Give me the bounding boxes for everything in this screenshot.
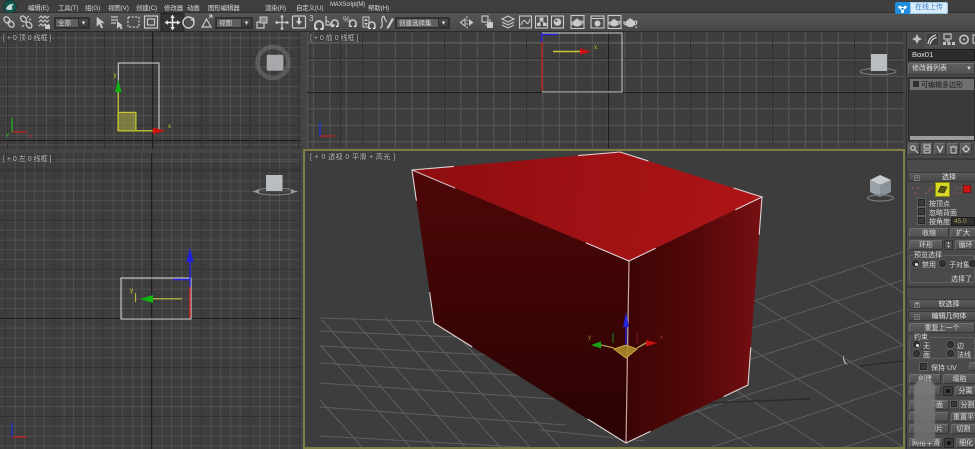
svg-text:y: y [588,335,591,341]
svg-text:x: x [594,45,597,51]
svg-text:y: y [114,73,117,79]
svg-text:x: x [168,124,171,130]
svg-text:x: x [660,335,663,341]
svg-text:y: y [130,288,133,294]
svg-text:3: 3 [309,14,314,23]
svg-text:x: x [29,134,32,140]
svg-text:y: y [6,132,9,138]
